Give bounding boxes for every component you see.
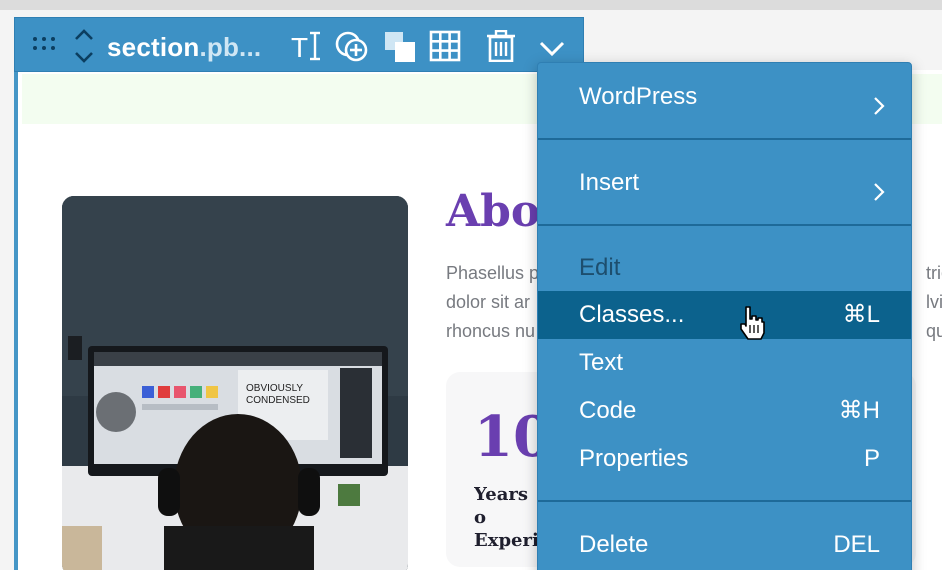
shortcut-label: P [863, 445, 880, 472]
menu-separator [538, 138, 911, 140]
chevron-right-icon [869, 172, 889, 201]
menu-separator [538, 500, 911, 502]
menu-item-wordpress[interactable]: WordPress [538, 73, 911, 121]
context-menu: WordPress Insert Edit Classes... ⌘L Text… [537, 62, 912, 570]
menu-item-insert[interactable]: Insert [538, 159, 911, 207]
svg-text:T: T [291, 32, 308, 62]
menu-item-text[interactable]: Text [538, 339, 911, 387]
chevron-right-icon [869, 86, 889, 115]
add-element-icon[interactable] [335, 30, 368, 62]
menu-item-edit: Edit [579, 254, 621, 281]
menu-item-delete[interactable]: Delete DEL [538, 521, 911, 569]
chevron-down-icon[interactable] [537, 38, 569, 58]
menu-separator [538, 224, 911, 226]
menu-item-properties[interactable]: Properties P [538, 435, 911, 483]
shortcut-label: ⌘H [838, 397, 880, 424]
shortcut-label: ⌘L [842, 301, 880, 328]
svg-text:OBVIOUSLY: OBVIOUSLY [246, 383, 303, 394]
menu-item-classes[interactable]: Classes... ⌘L [538, 291, 911, 339]
trash-icon[interactable] [485, 29, 517, 63]
stat-label-line-1: Years o [474, 484, 529, 528]
about-photo[interactable]: OBVIOUSLY CONDENSED [62, 196, 408, 570]
stat-label: Years o Experi [474, 483, 544, 552]
style-copy-icon[interactable] [383, 30, 415, 62]
stat-label-line-2: Experi [474, 530, 539, 551]
svg-text:CONDENSED: CONDENSED [246, 395, 310, 406]
shortcut-label: DEL [833, 531, 880, 558]
block-toolbar: section.pb... T [14, 17, 584, 72]
window-top-bar [0, 0, 942, 10]
move-up-down-icon[interactable] [73, 28, 95, 64]
text-cursor-icon[interactable]: T [289, 30, 321, 63]
hand-pointer-icon [737, 305, 767, 341]
grid-icon[interactable] [429, 30, 461, 62]
menu-item-code[interactable]: Code ⌘H [538, 387, 911, 435]
drag-handle-icon[interactable] [33, 37, 57, 53]
selected-element-name[interactable]: section.pb... [107, 32, 261, 63]
